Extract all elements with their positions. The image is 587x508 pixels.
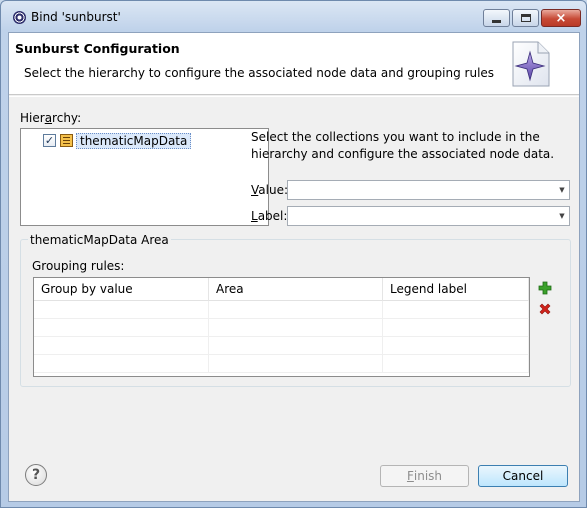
add-icon[interactable] — [538, 281, 552, 295]
maximize-icon — [520, 14, 531, 22]
value-combo[interactable]: ▼ — [287, 180, 570, 200]
page-title: Sunburst Configuration — [15, 41, 180, 56]
tree-item[interactable]: ✓ thematicMapData — [43, 132, 192, 149]
instructions-text: Select the collections you want to inclu… — [251, 130, 555, 161]
minimize-icon — [492, 19, 501, 23]
hierarchy-label: Hierarchy: — [20, 111, 82, 125]
area-group-title: thematicMapData Area — [28, 233, 171, 247]
label-combo[interactable]: ▼ — [287, 206, 570, 226]
dropdown-arrow-icon[interactable]: ▼ — [555, 181, 569, 199]
column-header-group-by-value[interactable]: Group by value — [34, 278, 209, 301]
table-header: Group by value Area Legend label — [34, 278, 529, 301]
wizard-icon — [512, 41, 550, 87]
grouping-rules-table[interactable]: Group by value Area Legend label — [33, 277, 530, 377]
column-header-legend-label[interactable]: Legend label — [383, 278, 529, 301]
empty-table-row — [34, 319, 529, 337]
cancel-button[interactable]: Cancel — [478, 465, 568, 487]
dialog-body: Sunburst Configuration Select the hierar… — [8, 32, 580, 502]
close-button[interactable]: × — [541, 9, 581, 27]
empty-table-row — [34, 301, 529, 319]
title-bar: Bind 'sunburst' × — [1, 1, 586, 31]
tree-item-checkbox[interactable]: ✓ — [43, 134, 56, 147]
banner-separator — [9, 96, 579, 97]
dialog-window: Bind 'sunburst' × Sunburst Configuration… — [0, 0, 587, 508]
wizard-banner: Sunburst Configuration Select the hierar… — [9, 33, 579, 95]
empty-table-row — [34, 355, 529, 373]
hierarchy-tree[interactable]: ✓ thematicMapData — [20, 128, 269, 226]
checkmark-icon: ✓ — [44, 134, 55, 147]
dropdown-arrow-icon[interactable]: ▼ — [555, 207, 569, 225]
tree-item-label[interactable]: thematicMapData — [76, 132, 192, 149]
empty-table-row — [34, 337, 529, 355]
close-icon: × — [555, 10, 567, 26]
finish-button[interactable]: Finish — [380, 465, 469, 487]
page-description: Select the hierarchy to configure the as… — [24, 66, 495, 80]
table-node-icon — [60, 134, 73, 147]
window-title: Bind 'sunburst' — [31, 10, 121, 24]
label-label: Label: — [251, 209, 288, 223]
value-label: Value: — [251, 183, 288, 197]
help-icon[interactable]: ? — [25, 464, 47, 486]
grouping-rules-label: Grouping rules: — [32, 259, 125, 273]
delete-icon[interactable] — [538, 302, 552, 316]
maximize-button[interactable] — [512, 9, 539, 27]
column-header-area[interactable]: Area — [209, 278, 383, 301]
minimize-button[interactable] — [483, 9, 510, 27]
app-icon — [13, 11, 26, 24]
